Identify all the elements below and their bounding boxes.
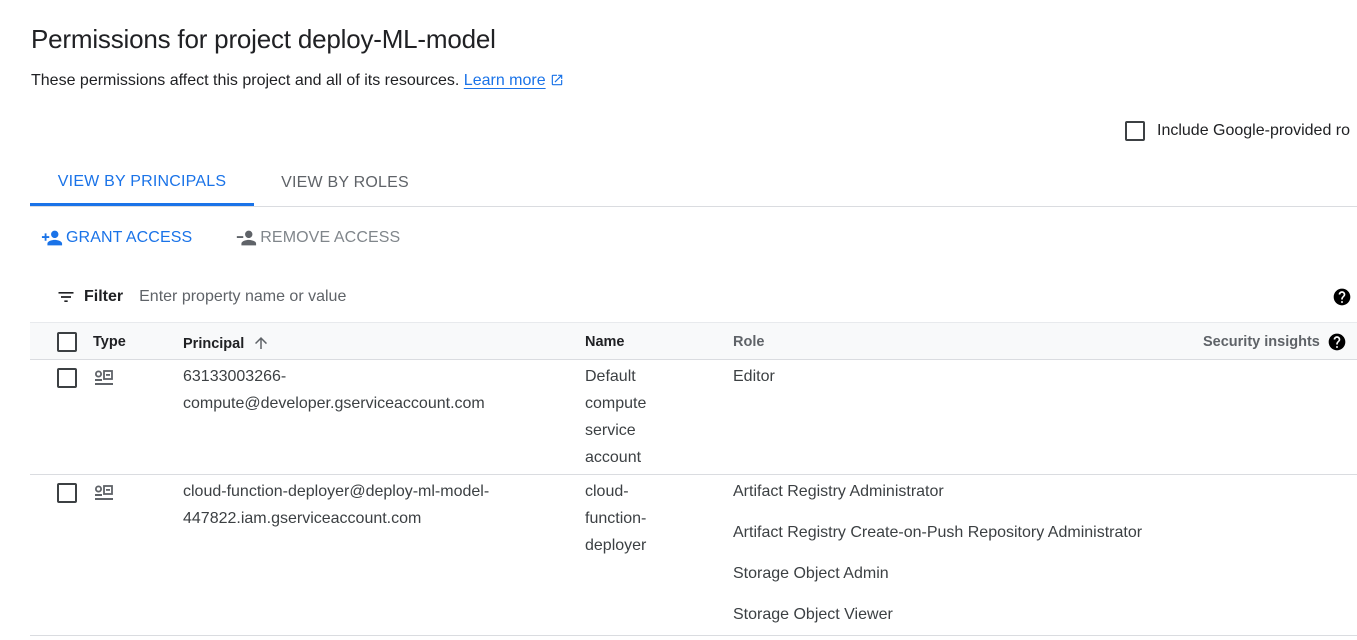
principal-cell: cloud-function-deployer@deploy-ml-model-… <box>183 478 563 532</box>
select-all-checkbox[interactable] <box>57 332 77 352</box>
page-title: Permissions for project deploy-ML-model <box>31 24 496 54</box>
principal-line: cloud-function-deployer@deploy-ml-model- <box>183 483 490 500</box>
remove-access-label: REMOVE ACCESS <box>260 229 401 246</box>
person-remove-icon <box>234 227 260 249</box>
grant-access-label: GRANT ACCESS <box>66 229 193 246</box>
filter-input[interactable] <box>139 288 740 306</box>
name-line: Default <box>585 368 636 385</box>
table-row: cloud-function-deployer@deploy-ml-model-… <box>30 475 1357 636</box>
role-item: Storage Object Admin <box>733 565 889 582</box>
principal-line: 447822.iam.gserviceaccount.com <box>183 510 422 527</box>
principal-line: 63133003266- <box>183 368 287 385</box>
learn-more-link[interactable]: Learn more <box>464 72 546 89</box>
help-icon[interactable] <box>1332 287 1352 312</box>
grant-access-button[interactable]: GRANT ACCESS <box>40 226 192 250</box>
header-type[interactable]: Type <box>93 334 126 350</box>
name-line: function- <box>585 510 647 527</box>
table-row: 63133003266- compute@developer.gservicea… <box>30 360 1357 475</box>
name-line: compute <box>585 395 647 412</box>
name-line: cloud- <box>585 483 629 500</box>
view-tabs: VIEW BY PRINCIPALS VIEW BY ROLES <box>30 160 1357 207</box>
row-checkbox[interactable] <box>57 368 77 388</box>
role-cell: Editor <box>733 363 1253 404</box>
header-security-insights: Security insights <box>1203 334 1320 350</box>
filter-icon[interactable] <box>56 287 76 307</box>
service-account-icon <box>94 370 114 390</box>
role-item: Artifact Registry Administrator <box>733 483 944 500</box>
role-item: Artifact Registry Create-on-Push Reposit… <box>733 524 1143 541</box>
header-principal-label: Principal <box>183 336 245 352</box>
name-line: service <box>585 422 636 439</box>
filter-bar: Filter <box>30 279 1357 315</box>
service-account-icon <box>94 485 114 505</box>
name-cell: cloud- function- deployer <box>585 478 695 559</box>
subtitle-text: These permissions affect this project an… <box>31 72 460 89</box>
principal-line: compute@developer.gserviceaccount.com <box>183 395 485 412</box>
name-line: deployer <box>585 537 647 554</box>
tab-view-by-roles[interactable]: VIEW BY ROLES <box>254 160 436 206</box>
include-google-roles-label: Include Google-provided ro <box>1157 122 1351 139</box>
name-line: account <box>585 449 642 466</box>
role-item: Storage Object Viewer <box>733 606 893 623</box>
action-bar: GRANT ACCESS REMOVE ACCESS <box>40 226 400 250</box>
filter-label: Filter <box>84 288 124 305</box>
tab-view-by-principals[interactable]: VIEW BY PRINCIPALS <box>30 160 254 206</box>
header-principal[interactable]: Principal <box>183 334 270 356</box>
header-name[interactable]: Name <box>585 334 625 350</box>
remove-access-button[interactable]: REMOVE ACCESS <box>234 226 400 250</box>
sort-ascending-icon[interactable] <box>252 334 270 356</box>
include-google-roles-checkbox[interactable] <box>1125 121 1145 141</box>
table-header: Type Principal Name Role Security insigh… <box>30 322 1357 360</box>
security-help-icon[interactable] <box>1327 332 1347 356</box>
header-role: Role <box>733 334 765 350</box>
name-cell: Default compute service account <box>585 363 695 471</box>
role-item: Editor <box>733 368 775 385</box>
include-google-roles-toggle[interactable]: Include Google-provided ro <box>1125 121 1350 141</box>
principal-cell: 63133003266- compute@developer.gservicea… <box>183 363 563 417</box>
person-add-icon <box>40 227 66 249</box>
role-cell: Artifact Registry Administrator Artifact… <box>733 478 1253 640</box>
external-link-icon[interactable] <box>550 73 564 92</box>
page-subtitle: These permissions affect this project an… <box>31 72 564 92</box>
row-checkbox[interactable] <box>57 483 77 503</box>
